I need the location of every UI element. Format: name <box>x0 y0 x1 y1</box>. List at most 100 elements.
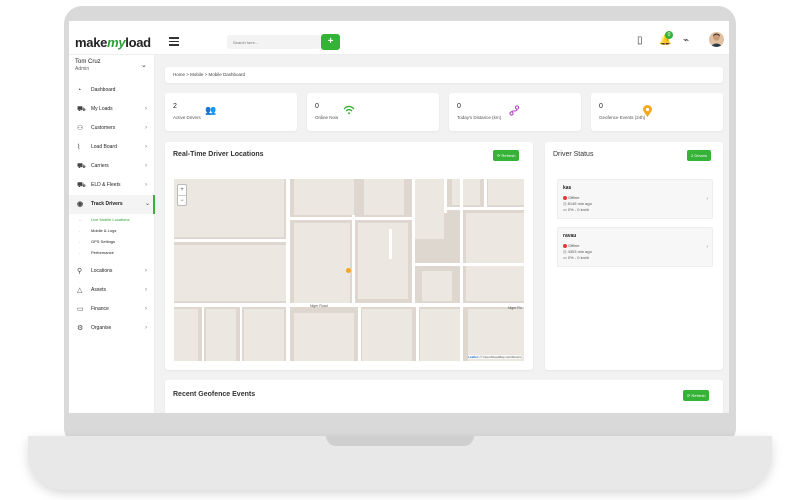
map-card: Real-Time Driver Locations ⟳ Refresh + −… <box>165 142 533 370</box>
search-input[interactable]: Search here... <box>227 35 321 49</box>
chevron-right-icon: › <box>145 182 147 188</box>
sidebar-item-label: Organise <box>91 325 112 331</box>
sidebar-item-label: Carriers <box>91 163 109 169</box>
assets-icon: △ <box>77 287 83 294</box>
stat-card-online-now: 0 Online Now <box>307 93 439 131</box>
sidebar-item-customers[interactable]: ⚇ Customers › <box>69 119 155 138</box>
sidebar-item-label: ELD & Fleets <box>91 182 121 188</box>
sidebar-item-dashboard[interactable]: ◔ Dashboard <box>69 81 155 100</box>
geofence-card-title: Recent Geofence Events <box>173 391 256 398</box>
driver-status: Offline <box>563 195 580 200</box>
submenu-item-label: GPS Settings <box>91 239 116 244</box>
status-dot <box>563 195 567 200</box>
driver-map[interactable]: + − Niger Road Niger Ro Leaflet | © OpenS… <box>174 179 524 361</box>
breadcrumb: Home > Mobile > Mobile Dashboard <box>165 67 723 83</box>
sidebar-menu: ◔ Dashboard ⛟ My Loads › ⚇ Customers › ⌇ Load … <box>69 81 155 338</box>
driver-status: Offline <box>563 243 580 248</box>
drivers-count-badge: 2 Drivers <box>687 150 712 161</box>
user-name: Tom Cruz <box>75 59 101 65</box>
chevron-right-icon: › <box>145 163 147 169</box>
stat-value: 0 <box>315 103 319 110</box>
stat-card-distance: 0 Today's Distance (km) <box>449 93 581 131</box>
sidebar-item-label: Assets <box>91 287 107 293</box>
dashboard-icon: ◔ <box>77 87 82 94</box>
top-bar: makemyload Search here... + ▯ 🔔 0 ⌁ <box>69 21 729 55</box>
wifi-icon <box>343 105 355 118</box>
submenu-item-mobile-logs[interactable]: - Mobile & Logs <box>69 225 155 236</box>
chevron-right-icon: › <box>145 125 147 131</box>
logo[interactable]: makemyload <box>75 35 151 50</box>
submenu-item-label: Performance <box>91 250 114 255</box>
status-dot <box>563 243 567 248</box>
driver-last-seen: ◷ 8145 min ago <box>563 201 592 206</box>
user-role: Admin <box>75 66 90 72</box>
sidebar-item-finance[interactable]: ▭ Finance › <box>69 300 155 319</box>
submenu-item-label: Mobile & Logs <box>91 228 117 233</box>
user-profile[interactable]: Tom Cruz Admin <box>75 59 101 72</box>
chevron-down-icon: ⌄ <box>145 201 151 207</box>
attribution-text: | © OpenStreetMap contributors <box>477 355 521 359</box>
sidebar-item-load-board[interactable]: ⌇ Load Board › <box>69 138 155 157</box>
driver-item[interactable]: ravau Offline ◷ 4303 min ago ▭ 0% - 0 km… <box>557 227 713 267</box>
sidebar-item-label: My Loads <box>91 106 113 112</box>
driver-name: kas <box>563 185 572 191</box>
submenu-item-performance[interactable]: - Performance <box>69 247 155 258</box>
stat-card-geofence: 0 Geofence Events (24h) <box>591 93 723 131</box>
map-card-title: Real-Time Driver Locations <box>173 151 264 158</box>
sidebar-item-label: Finance <box>91 306 109 312</box>
signal-icon[interactable]: ⌁ <box>683 35 689 46</box>
chevron-right-icon: › <box>145 325 147 331</box>
main-content: Home > Mobile > Mobile Dashboard 2 Activ… <box>155 55 729 413</box>
driver-meta: ▭ 0% - 0 km/h <box>563 207 590 212</box>
sidebar-item-label: Load Board <box>91 144 117 150</box>
add-button[interactable]: + <box>321 34 340 50</box>
users-icon: ⚇ <box>77 125 84 132</box>
avatar[interactable] <box>709 32 724 47</box>
stat-card-active-drivers: 2 Active Drivers 👥 <box>165 93 297 131</box>
stat-label: Online Now <box>315 115 339 120</box>
submenu-item-live-locations[interactable]: – Live Mobile Locations <box>69 214 155 225</box>
document-icon[interactable]: ▯ <box>637 35 643 46</box>
chart-icon: ⌇ <box>77 144 81 151</box>
driver-item[interactable]: kas Offline ◷ 8145 min ago ▭ 0% - 0 km/h… <box>557 179 713 219</box>
laptop-notch <box>326 436 474 446</box>
stat-label: Today's Distance (km) <box>457 115 502 120</box>
chevron-right-icon: › <box>145 106 147 112</box>
chevron-down-icon[interactable]: ⌄ <box>141 61 147 69</box>
finance-icon: ▭ <box>77 306 84 313</box>
stat-value: 0 <box>457 103 461 110</box>
geofence-refresh-button[interactable]: ⟳ Refresh <box>683 390 710 401</box>
driver-name: ravau <box>563 233 577 239</box>
submenu-item-gps-settings[interactable]: - GPS Settings <box>69 236 155 247</box>
sidebar-item-assets[interactable]: △ Assets › <box>69 281 155 300</box>
sidebar-item-track-drivers[interactable]: ◉ Track Drivers ⌄ <box>69 195 155 214</box>
chevron-right-icon: › <box>706 244 708 250</box>
chevron-right-icon: › <box>145 306 147 312</box>
sidebar-item-label: Customers <box>91 125 116 131</box>
leaflet-link[interactable]: Leaflet <box>468 355 478 359</box>
sidebar-item-locations[interactable]: ⚲ Locations › <box>69 262 155 281</box>
driver-status-card: Driver Status 2 Drivers kas Offline ◷ 81… <box>545 142 723 370</box>
sidebar-item-label: Locations <box>91 268 113 274</box>
stat-value: 2 <box>173 103 177 110</box>
menu-toggle-icon[interactable] <box>169 37 179 46</box>
sidebar-item-eld-fleets[interactable]: ⛟ ELD & Fleets › <box>69 176 155 195</box>
truck-icon: ⛟ <box>77 163 86 170</box>
refresh-button[interactable]: ⟳ Refresh <box>493 150 520 161</box>
app-screen: makemyload Search here... + ▯ 🔔 0 ⌁ Tom … <box>69 21 729 413</box>
driver-status-title: Driver Status <box>553 151 594 158</box>
gear-icon: ⚙ <box>77 325 84 332</box>
driver-location-marker[interactable] <box>346 268 351 273</box>
chevron-right-icon: › <box>145 287 147 293</box>
sidebar-item-my-loads[interactable]: ⛟ My Loads › <box>69 100 155 119</box>
submenu-item-label: Live Mobile Locations <box>91 217 130 222</box>
road-label: Niger Ro <box>508 306 522 310</box>
zoom-out-button[interactable]: − <box>178 195 186 206</box>
map-attribution[interactable]: Leaflet | © OpenStreetMap contributors <box>468 355 521 359</box>
truck-icon: ⛟ <box>77 182 86 189</box>
zoom-in-button[interactable]: + <box>178 185 186 195</box>
sidebar-item-organise[interactable]: ⚙ Organise › <box>69 319 155 338</box>
chevron-right-icon: › <box>706 196 708 202</box>
sidebar-item-carriers[interactable]: ⛟ Carriers › <box>69 157 155 176</box>
stat-label: Geofence Events (24h) <box>599 115 646 120</box>
